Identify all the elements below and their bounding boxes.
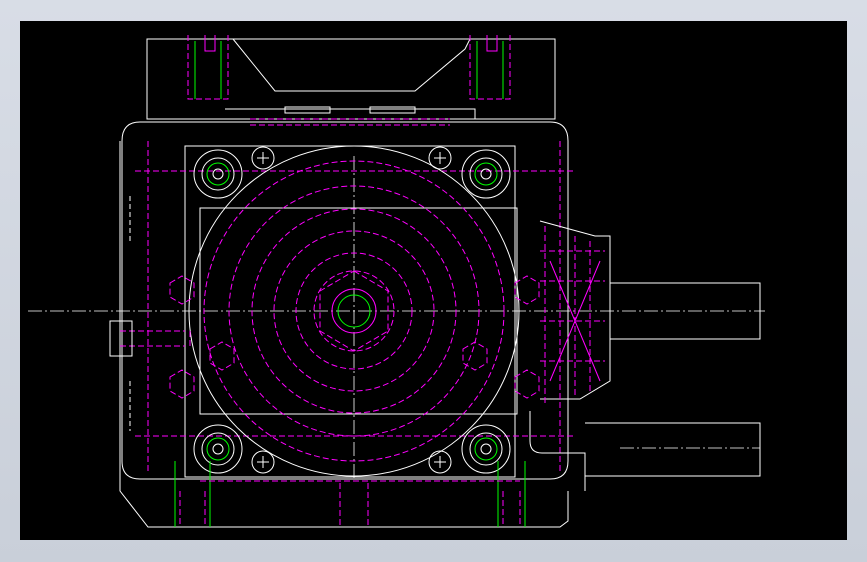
side-screws	[109, 275, 540, 399]
cad-drawing	[28, 35, 765, 528]
bolt-bottom-left	[193, 424, 243, 474]
bolt-top-right	[461, 149, 511, 199]
centerlines	[28, 156, 765, 481]
corner-bolts	[193, 149, 511, 474]
bolt-bottom-right	[461, 424, 511, 474]
top-flange	[146, 35, 556, 126]
bolt-top-left	[193, 149, 243, 199]
cad-viewport[interactable]	[20, 21, 847, 540]
main-housing	[119, 121, 575, 528]
right-gearbox	[529, 220, 761, 491]
dowel-pins	[251, 146, 452, 474]
